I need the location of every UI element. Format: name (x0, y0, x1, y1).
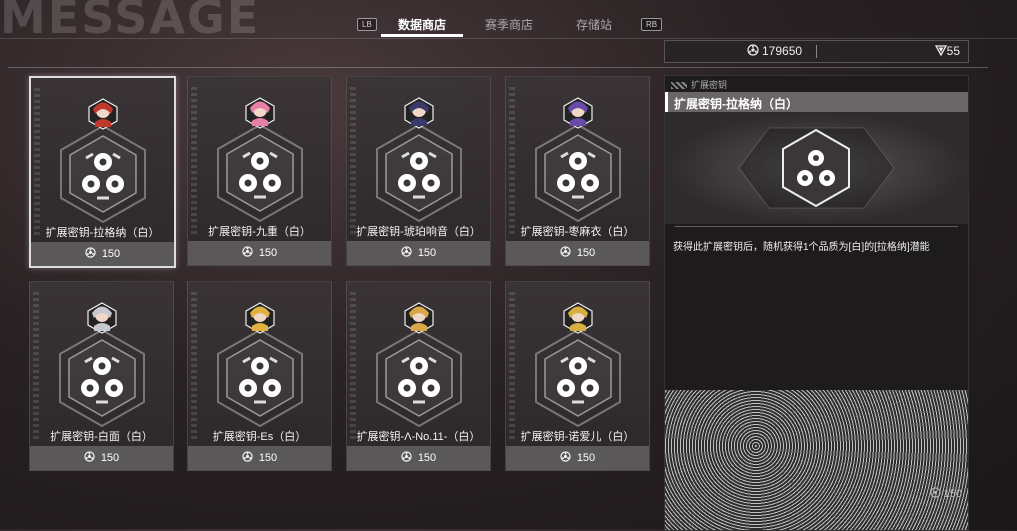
item-name: 扩展密钥-诺爱儿（白） (520, 431, 635, 443)
item-name: 扩展密钥-Λ-No.11-（白） (356, 431, 481, 443)
data-chip-icon (242, 246, 253, 257)
key-emblem-icon (532, 328, 624, 428)
primary-currency: 179650 (747, 44, 802, 58)
item-price: 150 (347, 446, 490, 470)
item-price-value: 150 (417, 247, 437, 259)
item-price-value: 150 (417, 452, 437, 464)
detail-price-value: 150 (943, 488, 962, 500)
item-price: 150 (506, 241, 649, 265)
tab-storage[interactable]: 存储站 (576, 16, 612, 33)
top-divider (0, 38, 1017, 39)
detail-price: 150 (929, 487, 962, 500)
data-chip-icon (84, 451, 95, 462)
data-chip-icon (401, 246, 412, 257)
shop-item-card[interactable]: 扩展密钥-Λ-No.11-（白） 150 (346, 281, 491, 471)
key-emblem-icon (57, 124, 149, 224)
shop-item-card[interactable]: 扩展密钥-琥珀响音（白） 150 (346, 76, 491, 266)
item-price: 150 (31, 242, 174, 266)
data-chip-icon (560, 451, 571, 462)
card-side-decoration (350, 87, 356, 237)
detail-rule (675, 226, 958, 227)
item-name: 扩展密钥-枣麻衣（白） (520, 226, 635, 238)
shop-item-card[interactable]: 扩展密钥-诺爱儿（白） 150 (505, 281, 650, 471)
shop-item-card[interactable]: 扩展密钥-白面（白） 150 (29, 281, 174, 471)
video-noise-overlay (665, 390, 968, 530)
currency-bar: 179650 55 (664, 40, 969, 63)
character-portrait-icon (88, 98, 118, 130)
data-chip-icon (242, 451, 253, 462)
detail-description: 获得此扩展密钥后，随机获得1个品质为[白]的[拉格纳]潜能 (673, 242, 930, 253)
card-side-decoration (34, 88, 40, 238)
item-price-value: 150 (100, 452, 120, 464)
data-chip-icon (929, 487, 941, 498)
key-emblem-icon (738, 127, 895, 209)
tab-season-shop[interactable]: 赛季商店 (485, 16, 533, 33)
character-portrait-icon (245, 302, 275, 334)
secondary-currency: 55 (934, 44, 960, 58)
card-side-decoration (509, 87, 515, 237)
data-chip-icon (747, 44, 759, 56)
top-nav: LB 数据商店 赛季商店 存储站 RB (0, 8, 1017, 38)
currency-separator (816, 45, 817, 58)
active-tab-indicator (381, 34, 463, 37)
key-emblem-icon (373, 123, 465, 223)
shop-item-card[interactable]: 扩展密钥-Es（白） 150 (187, 281, 332, 471)
item-price-value: 150 (101, 248, 121, 260)
detail-category: 扩展密钥 (671, 78, 727, 91)
key-emblem-icon (214, 123, 306, 223)
card-side-decoration (191, 87, 197, 237)
data-chip-icon (560, 246, 571, 257)
shop-item-card[interactable]: 扩展密钥-拉格纳（白） 150 (29, 76, 176, 268)
card-side-decoration (350, 292, 356, 442)
detail-title: 扩展密钥-拉格纳（白） (674, 97, 798, 111)
character-portrait-icon (404, 97, 434, 129)
card-side-decoration (509, 292, 515, 442)
key-emblem-icon (532, 123, 624, 223)
shop-item-card[interactable]: 扩展密钥-枣麻衣（白） 150 (505, 76, 650, 266)
detail-category-label: 扩展密钥 (691, 80, 728, 90)
detail-panel: 扩展密钥 扩展密钥-拉格纳（白） 获得此扩展密钥后，随机获得1个品质为[白]的[… (664, 75, 969, 531)
item-name: 扩展密钥-Es（白） (212, 431, 307, 443)
key-emblem-icon (373, 328, 465, 428)
data-chip-icon (85, 247, 96, 258)
item-price-value: 150 (258, 247, 278, 259)
shop-item-card[interactable]: 扩展密钥-九重（白） 150 (187, 76, 332, 266)
detail-showcase (665, 112, 968, 224)
item-price: 150 (347, 241, 490, 265)
item-price-value: 150 (576, 452, 596, 464)
character-portrait-icon (404, 302, 434, 334)
content-divider (8, 67, 988, 68)
item-price-value: 150 (258, 452, 278, 464)
stripes-icon (671, 82, 687, 90)
item-price: 150 (188, 241, 331, 265)
secondary-currency-value: 55 (946, 44, 960, 58)
tab-data-shop[interactable]: 数据商店 (398, 16, 446, 33)
gem-icon (934, 45, 947, 57)
detail-title-bar: 扩展密钥-拉格纳（白） (665, 92, 968, 112)
card-side-decoration (191, 292, 197, 442)
key-emblem-icon (214, 328, 306, 428)
rb-button-hint[interactable]: RB (641, 18, 663, 31)
item-price: 150 (188, 446, 331, 470)
item-name: 扩展密钥-九重（白） (208, 226, 311, 238)
character-portrait-icon (563, 302, 593, 334)
item-name: 扩展密钥-白面（白） (50, 431, 153, 443)
character-portrait-icon (87, 302, 117, 334)
item-price: 150 (30, 446, 173, 470)
item-name: 扩展密钥-琥珀响音（白） (356, 226, 481, 238)
character-portrait-icon (245, 97, 275, 129)
lb-button-hint[interactable]: LB (357, 18, 377, 31)
data-chip-icon (401, 451, 412, 462)
character-portrait-icon (563, 97, 593, 129)
primary-currency-value: 179650 (762, 44, 803, 58)
item-price: 150 (506, 446, 649, 470)
item-name: 扩展密钥-拉格纳（白） (45, 227, 160, 239)
key-emblem-icon (56, 328, 148, 428)
item-price-value: 150 (576, 247, 596, 259)
card-side-decoration (33, 292, 39, 442)
